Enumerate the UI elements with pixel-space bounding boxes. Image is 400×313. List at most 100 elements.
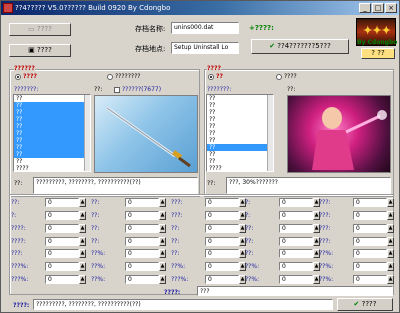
spin-arrow-icon[interactable]: ▲ — [159, 198, 166, 207]
list-item[interactable]: ?? — [207, 102, 273, 109]
left-desc-field[interactable]: ?????????, ????????, ??????????(??) — [33, 177, 198, 194]
right-list-scrollbar[interactable] — [267, 95, 273, 171]
list-item[interactable]: ?? — [14, 158, 90, 165]
spin-arrow-icon[interactable]: ▲ — [159, 224, 166, 233]
stat-input[interactable]: 0 — [205, 224, 239, 233]
stat-input[interactable]: 0 — [279, 249, 313, 258]
right-radio-1[interactable] — [208, 74, 214, 80]
list-item[interactable]: ?? — [14, 95, 90, 102]
stat-input[interactable]: 0 — [125, 249, 159, 258]
stat-input[interactable]: 0 — [353, 237, 387, 246]
archive-name-field[interactable]: unins000.dat — [171, 22, 239, 34]
open-button[interactable]: ▭ ???? — [9, 23, 71, 36]
spin-arrow-icon[interactable]: ▲ — [387, 198, 394, 207]
stat-input[interactable]: 0 — [205, 262, 239, 271]
stat-input[interactable]: 0 — [353, 262, 387, 271]
stat-input[interactable]: 0 — [45, 224, 79, 233]
stat-input[interactable]: 0 — [279, 237, 313, 246]
stat-input[interactable]: 0 — [353, 275, 387, 284]
spin-arrow-icon[interactable]: ▲ — [387, 211, 394, 220]
stat-input[interactable]: 0 — [279, 275, 313, 284]
stat-input[interactable]: 0 — [353, 249, 387, 258]
list-item[interactable]: ?? — [14, 137, 90, 144]
stat-input[interactable]: 0 — [279, 198, 313, 207]
help-button[interactable]: ? ?? — [361, 48, 395, 59]
spin-arrow-icon[interactable]: ▲ — [79, 198, 86, 207]
stat-input[interactable]: 0 — [125, 262, 159, 271]
left-item-list[interactable]: ?????????????????????????????? — [13, 94, 91, 172]
spin-arrow-icon[interactable]: ▲ — [79, 275, 86, 284]
close-button[interactable]: × — [385, 3, 397, 13]
spin-arrow-icon[interactable]: ▲ — [79, 211, 86, 220]
stat-input[interactable]: 0 — [45, 211, 79, 220]
list-item[interactable]: ?? — [14, 151, 90, 158]
stat-input[interactable]: 0 — [45, 262, 79, 271]
list-item[interactable]: ?? — [207, 151, 273, 158]
archive-path-field[interactable]: Setup Uninstall Lo — [171, 42, 239, 54]
list-item[interactable]: ?? — [207, 130, 273, 137]
stat-input[interactable]: 0 — [45, 249, 79, 258]
list-item[interactable]: ?? — [14, 109, 90, 116]
right-radio-2[interactable] — [276, 74, 282, 80]
spin-arrow-icon[interactable]: ▲ — [159, 237, 166, 246]
left-radio-1[interactable] — [15, 74, 21, 80]
stat-input[interactable]: 0 — [279, 224, 313, 233]
stat-input[interactable]: 0 — [353, 211, 387, 220]
minimize-button[interactable]: _ — [359, 3, 371, 13]
list-item[interactable]: ?? — [207, 109, 273, 116]
list-item[interactable]: ?? — [207, 95, 273, 102]
list-item[interactable]: ?? — [207, 137, 273, 144]
title-bar[interactable]: ??4????? V5.0?????? Build 0920 By Cdongb… — [1, 1, 399, 15]
stat-input[interactable]: 0 — [205, 275, 239, 284]
list-item[interactable]: ???? — [14, 165, 90, 171]
spin-arrow-icon[interactable]: ▲ — [79, 237, 86, 246]
list-item[interactable]: ?? — [14, 130, 90, 137]
apply-button[interactable]: ✔ ??4???????5??? — [251, 39, 349, 54]
spin-arrow-icon[interactable]: ▲ — [159, 275, 166, 284]
right-item-list[interactable]: ???????????????????????????? — [206, 94, 274, 172]
spin-arrow-icon[interactable]: ▲ — [387, 262, 394, 271]
spin-arrow-icon[interactable]: ▲ — [79, 262, 86, 271]
spin-arrow-icon[interactable]: ▲ — [387, 275, 394, 284]
stat-input[interactable]: 0 — [125, 198, 159, 207]
list-item[interactable]: ?? — [14, 144, 90, 151]
confirm-button[interactable]: ✔ ???? — [337, 298, 393, 311]
stat-input[interactable]: 0 — [45, 275, 79, 284]
stat-input[interactable]: 0 — [205, 237, 239, 246]
spin-arrow-icon[interactable]: ▲ — [387, 237, 394, 246]
stat-input[interactable]: 0 — [45, 237, 79, 246]
spin-arrow-icon[interactable]: ▲ — [387, 224, 394, 233]
spin-arrow-icon[interactable]: ▲ — [387, 249, 394, 258]
stat-input[interactable]: 0 — [279, 262, 313, 271]
left-checkbox[interactable] — [114, 87, 120, 93]
skill-field[interactable]: ??? — [197, 286, 393, 296]
spin-arrow-icon[interactable]: ▲ — [159, 249, 166, 258]
stat-input[interactable]: 0 — [205, 249, 239, 258]
left-radio-2[interactable] — [107, 74, 113, 80]
list-item[interactable]: ?? — [14, 102, 90, 109]
stat-input[interactable]: 0 — [125, 275, 159, 284]
maximize-button[interactable]: □ — [372, 3, 384, 13]
save-button[interactable]: ▣ ???? — [9, 44, 71, 57]
stat-input[interactable]: 0 — [125, 211, 159, 220]
stat-input[interactable]: 0 — [205, 198, 239, 207]
list-item[interactable]: ?? — [207, 144, 273, 151]
spin-arrow-icon[interactable]: ▲ — [159, 262, 166, 271]
right-desc-field[interactable]: ???, 30%??????? — [226, 177, 391, 194]
list-item[interactable]: ???? — [207, 165, 273, 171]
list-item[interactable]: ?? — [14, 123, 90, 130]
spin-arrow-icon[interactable]: ▲ — [159, 211, 166, 220]
stat-input[interactable]: 0 — [353, 198, 387, 207]
spin-arrow-icon[interactable]: ▲ — [79, 224, 86, 233]
list-item[interactable]: ?? — [14, 116, 90, 123]
list-item[interactable]: ?? — [207, 158, 273, 165]
stat-input[interactable]: 0 — [125, 237, 159, 246]
spin-arrow-icon[interactable]: ▲ — [79, 249, 86, 258]
stat-input[interactable]: 0 — [45, 198, 79, 207]
stat-input[interactable]: 0 — [353, 224, 387, 233]
list-item[interactable]: ?? — [207, 116, 273, 123]
stat-input[interactable]: 0 — [125, 224, 159, 233]
stat-input[interactable]: 0 — [205, 211, 239, 220]
left-list-scrollbar[interactable] — [84, 95, 90, 171]
stat-input[interactable]: 0 — [279, 211, 313, 220]
